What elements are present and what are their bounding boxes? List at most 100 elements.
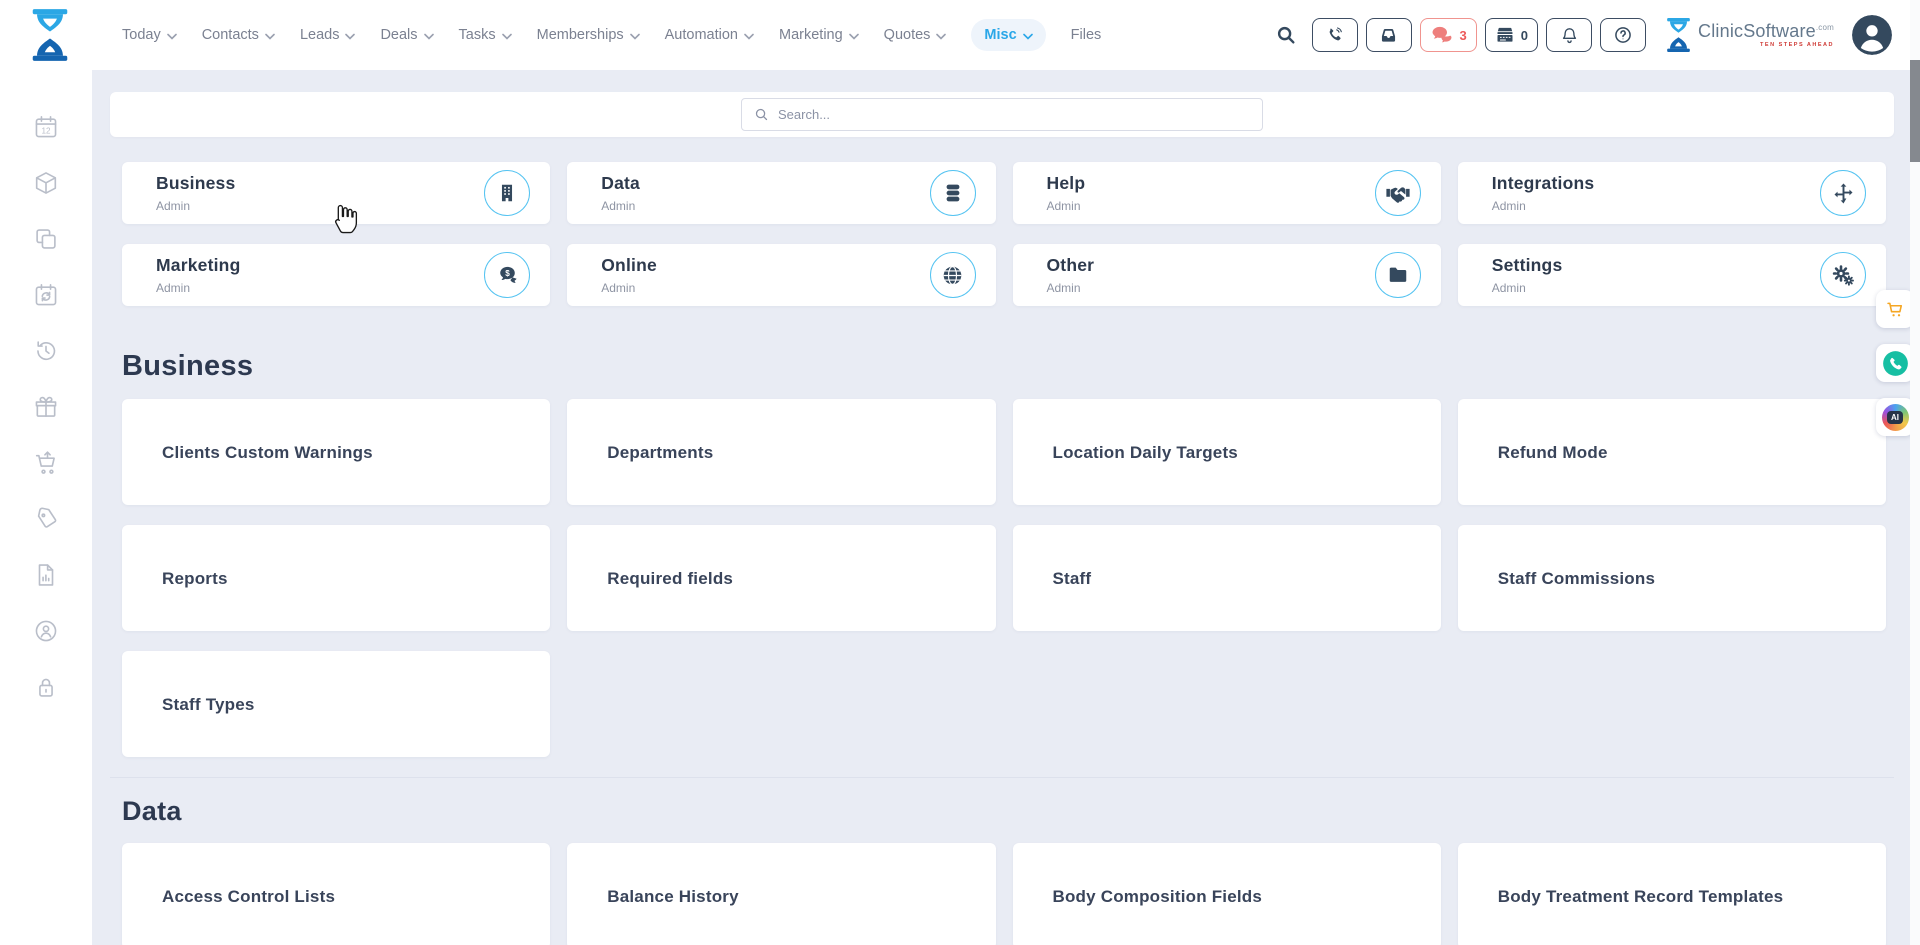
database-icon	[930, 170, 976, 216]
category-card[interactable]: Other Admin	[1013, 244, 1441, 306]
section-item-card[interactable]: Body Composition Fields	[1013, 843, 1441, 945]
menu-item[interactable]: Misc	[971, 19, 1045, 51]
section-item-card[interactable]: Staff	[1013, 525, 1441, 631]
arrows-move-icon	[1820, 170, 1866, 216]
menu-item[interactable]: Quotes	[884, 27, 947, 43]
svg-text:$: $	[505, 268, 510, 277]
menu-item-label: Automation	[665, 27, 738, 43]
help-button[interactable]	[1600, 18, 1646, 52]
app-logo-hourglass-icon[interactable]	[30, 8, 70, 62]
menu-item[interactable]: Marketing	[779, 27, 859, 43]
notifications-button[interactable]	[1546, 18, 1592, 52]
inbox-icon	[1378, 25, 1399, 46]
section: Business Clients Custom Warnings Departm…	[110, 350, 1894, 757]
section-item-label: Required fields	[607, 569, 733, 588]
section-item-label: Refund Mode	[1498, 443, 1608, 462]
sidebar-item-duplicates[interactable]	[32, 226, 60, 252]
section-item-label: Departments	[607, 443, 713, 462]
sidebar-item-products[interactable]	[32, 170, 60, 196]
category-card[interactable]: Help Admin	[1013, 162, 1441, 224]
section-item-label: Reports	[162, 569, 228, 588]
section-item-label: Staff Types	[162, 695, 255, 714]
section-item-card[interactable]: Staff Commissions	[1458, 525, 1886, 631]
section-item-card[interactable]: Location Daily Targets	[1013, 399, 1441, 505]
section-item-label: Clients Custom Warnings	[162, 443, 373, 462]
menu-item[interactable]: Automation	[665, 27, 754, 43]
category-card[interactable]: Marketing Admin $	[122, 244, 550, 306]
menu-item[interactable]: Memberships	[537, 27, 640, 43]
category-subtitle: Admin	[156, 281, 240, 295]
section-item-card[interactable]: Clients Custom Warnings	[122, 399, 550, 505]
category-title: Data	[601, 173, 640, 194]
inbox-button[interactable]	[1366, 18, 1412, 52]
category-card[interactable]: Business Admin	[122, 162, 550, 224]
main-menu: Today Contacts Leads Deals Tasks	[122, 19, 1101, 51]
handshake-icon	[1375, 170, 1421, 216]
category-subtitle: Admin	[1047, 281, 1095, 295]
sidebar-item-coupons[interactable]	[32, 506, 60, 532]
call-button[interactable]	[1876, 344, 1914, 382]
category-title: Integrations	[1492, 173, 1595, 194]
section-item-card[interactable]: Required fields	[567, 525, 995, 631]
sidebar-item-shop[interactable]	[32, 450, 60, 476]
sidebar-item-calendar[interactable]: 12	[32, 114, 60, 140]
category-title: Online	[601, 255, 657, 276]
tags-icon	[33, 506, 59, 532]
section-item-card[interactable]: Body Treatment Record Templates	[1458, 843, 1886, 945]
category-card[interactable]: Online Admin	[567, 244, 995, 306]
category-card[interactable]: Settings Admin	[1458, 244, 1886, 306]
section-item-card[interactable]: Access Control Lists	[122, 843, 550, 945]
menu-item[interactable]: Files	[1071, 27, 1102, 43]
search-button[interactable]	[1268, 18, 1304, 52]
calendar-sync-icon	[33, 282, 59, 308]
brand-logo[interactable]: ClinicSoftware.com TEN STEPS AHEAD	[1666, 18, 1834, 52]
sidebar-item-gift-vouchers[interactable]	[32, 394, 60, 420]
folder-icon	[1375, 252, 1421, 298]
menu-item-label: Quotes	[884, 27, 931, 43]
category-title: Other	[1047, 255, 1095, 276]
lock-icon	[33, 674, 59, 700]
register-button[interactable]: 0	[1485, 18, 1538, 52]
sidebar-item-reports[interactable]	[32, 562, 60, 588]
search-input[interactable]	[778, 107, 1250, 122]
scrollbar-thumb[interactable]	[1910, 60, 1920, 162]
sidebar-item-bookings[interactable]	[32, 282, 60, 308]
section-item-card[interactable]: Departments	[567, 399, 995, 505]
section-item-label: Body Composition Fields	[1053, 887, 1263, 906]
main-content: Business Admin Data Admin Help Admin	[92, 70, 1920, 945]
ai-label: AI	[1887, 411, 1903, 424]
section-item-card[interactable]: Balance History	[567, 843, 995, 945]
sidebar-item-security[interactable]	[32, 674, 60, 700]
category-card[interactable]: Data Admin	[567, 162, 995, 224]
sidebar-item-account[interactable]	[32, 618, 60, 644]
messages-button[interactable]: 3	[1420, 18, 1477, 52]
section-item-card[interactable]: Reports	[122, 525, 550, 631]
sidebar-item-history[interactable]	[32, 338, 60, 364]
category-title: Help	[1047, 173, 1086, 194]
category-grid: Business Admin Data Admin Help Admin	[122, 162, 1886, 306]
search-box[interactable]	[741, 98, 1263, 131]
chevron-down-icon	[630, 33, 640, 40]
menu-item[interactable]: Leads	[300, 27, 356, 43]
user-avatar[interactable]	[1852, 15, 1892, 55]
cart-button[interactable]	[1876, 290, 1914, 328]
menu-item[interactable]: Today	[122, 27, 177, 43]
section-item-card[interactable]: Refund Mode	[1458, 399, 1886, 505]
category-card[interactable]: Integrations Admin	[1458, 162, 1886, 224]
menu-item-label: Misc	[984, 27, 1016, 43]
menu-item[interactable]: Contacts	[202, 27, 275, 43]
menu-item[interactable]: Deals	[380, 27, 433, 43]
menu-item[interactable]: Tasks	[459, 27, 512, 43]
magnifier-icon	[1275, 24, 1297, 46]
category-title: Settings	[1492, 255, 1563, 276]
building-icon	[484, 170, 530, 216]
section-item-card[interactable]: Staff Types	[122, 651, 550, 757]
scrollbar-track[interactable]	[1910, 0, 1920, 945]
question-icon	[1613, 25, 1633, 45]
file-chart-icon	[33, 562, 59, 588]
section-item-label: Access Control Lists	[162, 887, 335, 906]
search-icon	[754, 107, 769, 122]
cube-icon	[33, 170, 59, 196]
phone-button[interactable]	[1312, 18, 1358, 52]
ai-button[interactable]: AI	[1876, 398, 1914, 436]
